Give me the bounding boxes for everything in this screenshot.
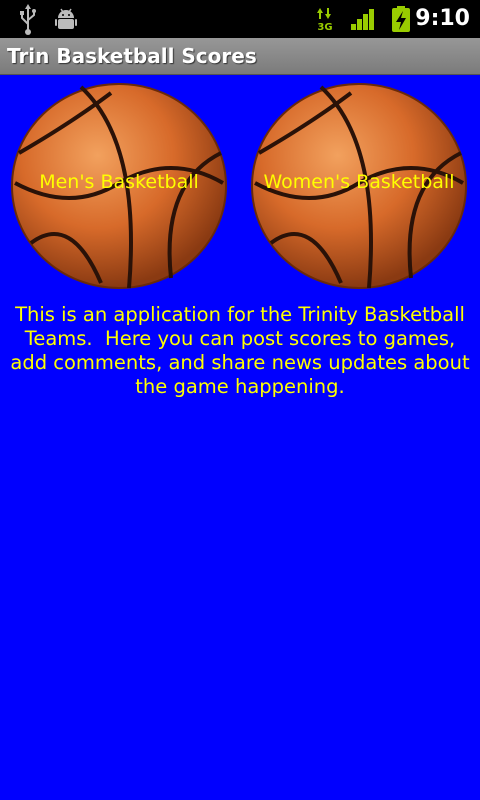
svg-text:3G: 3G xyxy=(317,22,332,33)
status-time: 9:10 xyxy=(415,6,470,31)
battery-charging-icon xyxy=(392,6,410,32)
mens-basketball-button[interactable]: Men's Basketball xyxy=(11,83,227,289)
title-bar: Trin Basketball Scores xyxy=(0,38,480,75)
mens-basketball-label: Men's Basketball xyxy=(39,171,199,193)
womens-basketball-label: Women's Basketball xyxy=(263,171,455,193)
signal-icon xyxy=(351,9,374,30)
usb-icon xyxy=(20,4,36,35)
android-debug-icon xyxy=(55,8,77,29)
status-bar: 3G 9:10 xyxy=(0,0,480,38)
womens-basketball-button[interactable]: Women's Basketball xyxy=(251,83,467,289)
app-title: Trin Basketball Scores xyxy=(7,44,257,68)
app-description: This is an application for the Trinity B… xyxy=(10,303,476,398)
3g-data-icon: 3G xyxy=(317,8,333,33)
